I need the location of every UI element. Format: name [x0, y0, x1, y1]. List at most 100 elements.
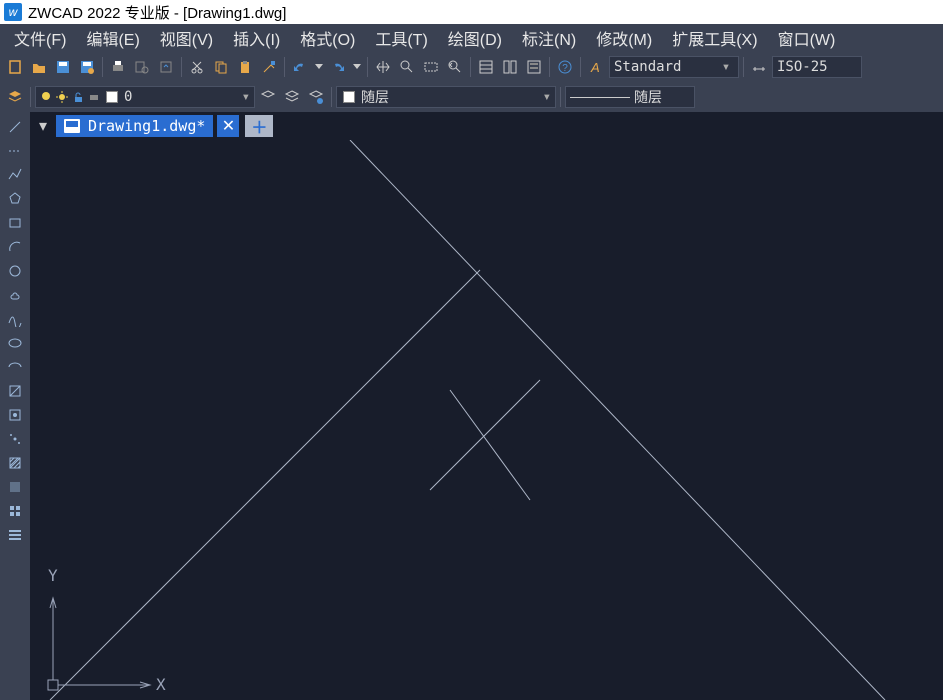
menu-window[interactable]: 窗口(W): [768, 23, 846, 53]
tab-close-button[interactable]: ✕: [217, 115, 239, 137]
layer-manager-button[interactable]: [4, 86, 26, 108]
circle-tool[interactable]: [4, 260, 26, 282]
zoom-realtime-button[interactable]: [396, 56, 418, 78]
publish-button[interactable]: [155, 56, 177, 78]
layer-selector[interactable]: 0 ▾: [35, 86, 255, 108]
lock-open-icon: [72, 91, 84, 103]
document-icon: [64, 119, 80, 133]
pan-button[interactable]: [372, 56, 394, 78]
zoom-window-button[interactable]: [420, 56, 442, 78]
construction-line-tool[interactable]: [4, 140, 26, 162]
separator: [470, 57, 471, 77]
dim-style-dropdown[interactable]: ISO-25: [772, 56, 862, 78]
separator: [743, 57, 744, 77]
table-tool[interactable]: [4, 524, 26, 546]
text-style-icon[interactable]: A: [585, 56, 607, 78]
layer-name: 0: [124, 89, 132, 105]
redo-button[interactable]: [327, 56, 349, 78]
save-button[interactable]: [52, 56, 74, 78]
drawing-canvas[interactable]: Y X: [30, 140, 943, 700]
linetype-bylayer-label: 随层: [361, 87, 389, 107]
print-preview-button[interactable]: [131, 56, 153, 78]
separator: [102, 57, 103, 77]
copy-button[interactable]: [210, 56, 232, 78]
menu-edit[interactable]: 编辑(E): [76, 23, 149, 53]
color-selector[interactable]: 随层 ▾: [336, 86, 556, 108]
match-properties-button[interactable]: [258, 56, 280, 78]
gradient-tool[interactable]: [4, 476, 26, 498]
dim-style-value: ISO-25: [777, 59, 828, 75]
redo-dropdown[interactable]: [351, 56, 363, 78]
zoom-previous-button[interactable]: [444, 56, 466, 78]
document-tab-active[interactable]: Drawing1.dwg*: [56, 115, 213, 137]
ellipse-tool[interactable]: [4, 332, 26, 354]
svg-text:?: ?: [562, 63, 568, 74]
caret-down-icon: ▾: [718, 59, 734, 75]
titlebar: w ZWCAD 2022 专业版 - [Drawing1.dwg]: [0, 0, 943, 24]
menu-format[interactable]: 格式(O): [290, 23, 365, 53]
make-block-tool[interactable]: [4, 404, 26, 426]
line-sample-icon: [570, 97, 630, 98]
separator: [580, 57, 581, 77]
menu-view[interactable]: 视图(V): [150, 23, 223, 53]
ellipse-arc-tool[interactable]: [4, 356, 26, 378]
menu-insert[interactable]: 插入(I): [223, 23, 290, 53]
separator: [560, 87, 561, 107]
document-tabbar: ▾ Drawing1.dwg* ✕ ＋: [30, 112, 943, 140]
workspace: ▾ Drawing1.dwg* ✕ ＋: [0, 112, 943, 700]
saveas-button[interactable]: [76, 56, 98, 78]
print-button[interactable]: [107, 56, 129, 78]
hatch-tool[interactable]: [4, 452, 26, 474]
menu-extensions[interactable]: 扩展工具(X): [662, 23, 767, 53]
revision-cloud-tool[interactable]: [4, 284, 26, 306]
lineweight-selector[interactable]: 随层: [565, 86, 695, 108]
spline-tool[interactable]: [4, 308, 26, 330]
cut-button[interactable]: [186, 56, 208, 78]
tab-list-dropdown[interactable]: ▾: [34, 115, 52, 137]
insert-block-tool[interactable]: [4, 380, 26, 402]
layer-states-button[interactable]: [305, 86, 327, 108]
polyline-tool[interactable]: [4, 164, 26, 186]
polygon-tool[interactable]: [4, 188, 26, 210]
separator: [367, 57, 368, 77]
lineweight-bylayer-label: 随层: [634, 87, 662, 107]
menu-draw[interactable]: 绘图(D): [438, 23, 512, 53]
caret-down-icon: ▾: [543, 89, 551, 105]
design-center-button[interactable]: [499, 56, 521, 78]
paste-button[interactable]: [234, 56, 256, 78]
properties-button[interactable]: [475, 56, 497, 78]
help-button[interactable]: ?: [554, 56, 576, 78]
line-tool[interactable]: [4, 116, 26, 138]
ucs-y-label: Y: [48, 566, 58, 585]
layer-toolbar: 0 ▾ 随层 ▾ 随层: [0, 82, 943, 112]
separator: [331, 87, 332, 107]
ucs-x-label: X: [156, 675, 166, 694]
menu-file[interactable]: 文件(F): [4, 23, 76, 53]
caret-down-icon: ▾: [242, 89, 250, 105]
main-toolbar: ? A Standard ▾ ISO-25: [0, 52, 943, 82]
tab-new-button[interactable]: ＋: [245, 115, 273, 137]
menu-tools[interactable]: 工具(T): [365, 23, 437, 53]
bulb-on-icon: [40, 91, 52, 103]
separator: [181, 57, 182, 77]
new-button[interactable]: [4, 56, 26, 78]
window-title: ZWCAD 2022 专业版 - [Drawing1.dwg]: [28, 2, 286, 23]
layer-color-swatch: [106, 91, 118, 103]
undo-button[interactable]: [289, 56, 311, 78]
separator: [30, 87, 31, 107]
arc-tool[interactable]: [4, 236, 26, 258]
app-logo-icon: w: [4, 3, 22, 21]
layer-isolate-button[interactable]: [281, 86, 303, 108]
undo-dropdown[interactable]: [313, 56, 325, 78]
document-tab-label: Drawing1.dwg*: [88, 117, 205, 135]
tool-palettes-button[interactable]: [523, 56, 545, 78]
rectangle-tool[interactable]: [4, 212, 26, 234]
point-tool[interactable]: [4, 428, 26, 450]
menu-dimension[interactable]: 标注(N): [512, 23, 586, 53]
open-button[interactable]: [28, 56, 50, 78]
text-style-dropdown[interactable]: Standard ▾: [609, 56, 739, 78]
layer-previous-button[interactable]: [257, 86, 279, 108]
dim-style-icon[interactable]: [748, 56, 770, 78]
region-tool[interactable]: [4, 500, 26, 522]
menu-modify[interactable]: 修改(M): [586, 23, 662, 53]
